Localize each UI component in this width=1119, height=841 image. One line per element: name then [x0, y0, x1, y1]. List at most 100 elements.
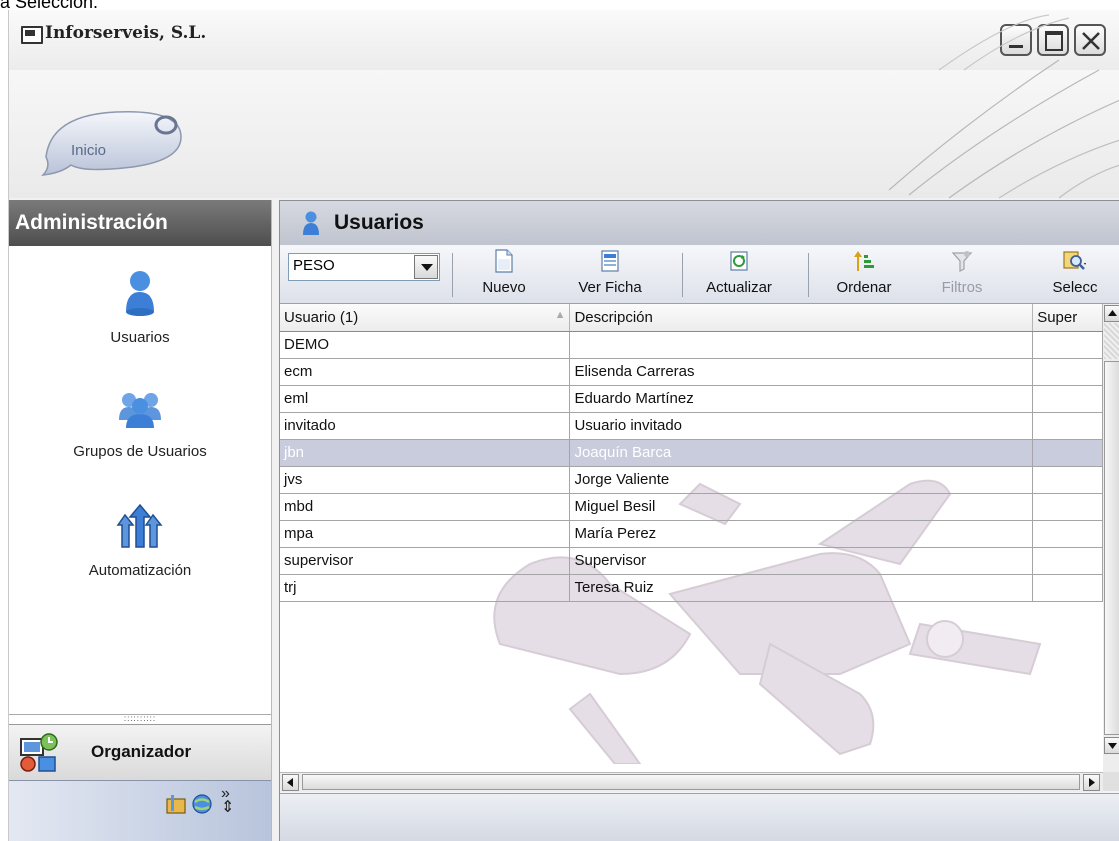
- usuarios-panel: Usuarios PESO Nuevo Ver Ficha Actualizar…: [279, 200, 1119, 841]
- cell-descripcion[interactable]: Joaquín Barca: [569, 439, 1034, 467]
- organizer-icon: [20, 733, 58, 772]
- table-row[interactable]: mbd Miguel Besil: [280, 493, 1103, 521]
- cell-descripcion[interactable]: Elisenda Carreras: [569, 358, 1034, 386]
- scroll-right-button[interactable]: [1083, 774, 1100, 791]
- cell-descripcion[interactable]: Usuario invitado: [569, 412, 1034, 440]
- cell-supervisor[interactable]: [1032, 493, 1103, 521]
- actualizar-button[interactable]: Actualizar: [684, 249, 794, 301]
- chevron-more-icon[interactable]: » ⇕: [221, 786, 234, 816]
- sidebar-header: Administración: [9, 200, 271, 246]
- ver-ficha-button[interactable]: Ver Ficha: [560, 249, 660, 301]
- table-row[interactable]: jvs Jorge Valiente: [280, 466, 1103, 494]
- cell-descripcion[interactable]: Jorge Valiente: [569, 466, 1034, 494]
- scroll-track-region[interactable]: [1104, 323, 1119, 359]
- scroll-up-button[interactable]: [1104, 305, 1119, 322]
- table-row[interactable]: ecm Elisenda Carreras: [280, 358, 1103, 386]
- seleccion-button[interactable]: Selecc: [1040, 249, 1110, 301]
- column-header-label: Usuario (1): [284, 308, 359, 326]
- chevron-down-icon[interactable]: [414, 255, 438, 279]
- cell-usuario[interactable]: mbd: [280, 493, 571, 521]
- vertical-scroll-thumb[interactable]: [1104, 361, 1119, 735]
- cell-descripcion[interactable]: Teresa Ruiz: [569, 574, 1034, 602]
- company-select[interactable]: PESO: [288, 253, 440, 281]
- close-icon: [1082, 32, 1100, 50]
- table-row[interactable]: trj Teresa Ruiz: [280, 574, 1103, 602]
- sidebar-item-label: Grupos de Usuarios: [73, 443, 207, 460]
- sidebar-footer: » ⇕: [9, 780, 271, 841]
- column-header-label: Descripción: [574, 308, 653, 326]
- window-title: Inforserveis, S.L.: [45, 23, 207, 43]
- view-record-icon: [601, 250, 619, 272]
- globe-icon[interactable]: [191, 793, 213, 815]
- cell-supervisor[interactable]: [1032, 331, 1103, 359]
- nuevo-label: Nuevo: [482, 279, 526, 296]
- sidebar-item-automatizacion[interactable]: Automatización: [9, 503, 271, 579]
- inicio-button[interactable]: Inicio: [71, 142, 106, 159]
- horizontal-scrollbar[interactable]: [280, 772, 1103, 792]
- sidebar-item-usuarios[interactable]: Usuarios: [9, 270, 271, 346]
- cell-usuario[interactable]: trj: [280, 574, 571, 602]
- toolbar-separator: [452, 253, 453, 297]
- inicio-button-shape: [41, 110, 182, 176]
- user-group-icon: [119, 393, 161, 428]
- table-row[interactable]: mpa María Perez: [280, 520, 1103, 548]
- arrow-left-icon: [287, 778, 293, 787]
- table-row[interactable]: supervisor Supervisor: [280, 547, 1103, 575]
- cell-usuario[interactable]: ecm: [280, 358, 571, 386]
- cell-supervisor[interactable]: [1032, 574, 1103, 602]
- column-header-usuario[interactable]: Usuario (1) ▲: [280, 304, 571, 332]
- table-row[interactable]: invitado Usuario invitado: [280, 412, 1103, 440]
- actualizar-label: Actualizar: [706, 279, 772, 296]
- cell-supervisor[interactable]: [1032, 547, 1103, 575]
- cell-descripcion[interactable]: Supervisor: [569, 547, 1034, 575]
- sidebar-item-label: Usuarios: [110, 329, 170, 346]
- select-magnifier-icon: [1063, 251, 1086, 270]
- cell-supervisor[interactable]: [1032, 466, 1103, 494]
- toolbar-separator: [808, 253, 809, 297]
- cell-supervisor[interactable]: [1032, 412, 1103, 440]
- filter-funnel-icon: [951, 251, 973, 272]
- cell-descripcion[interactable]: María Perez: [569, 520, 1034, 548]
- refresh-icon: [730, 251, 748, 271]
- scroll-left-button[interactable]: [282, 774, 299, 791]
- sidebar: Administración Usuarios Grupos de Usuari…: [9, 200, 272, 841]
- sidebar-item-grupos[interactable]: Grupos de Usuarios: [9, 390, 271, 460]
- cell-descripcion[interactable]: Eduardo Martínez: [569, 385, 1034, 413]
- column-header-supervisor[interactable]: Super: [1032, 304, 1103, 332]
- cell-descripcion[interactable]: Miguel Besil: [569, 493, 1034, 521]
- cell-usuario[interactable]: supervisor: [280, 547, 571, 575]
- table-row[interactable]: DEMO: [280, 331, 1103, 359]
- table-header-row: Usuario (1) ▲ Descripción Super: [280, 304, 1103, 332]
- sidebar-item-label: Automatización: [88, 562, 192, 579]
- horizontal-scroll-thumb[interactable]: [302, 774, 1080, 790]
- cell-usuario[interactable]: jbn: [280, 439, 571, 467]
- organizer-label: Organizador: [91, 742, 192, 761]
- arrow-right-icon: [1089, 778, 1095, 787]
- filtros-button[interactable]: Filtros: [930, 249, 994, 301]
- cell-supervisor[interactable]: [1032, 439, 1103, 467]
- cell-descripcion[interactable]: [569, 331, 1034, 359]
- table-row[interactable]: eml Eduardo Martínez: [280, 385, 1103, 413]
- cell-usuario[interactable]: mpa: [280, 520, 571, 548]
- table-row-selected[interactable]: jbn Joaquín Barca: [280, 439, 1103, 467]
- toolbar-separator: [682, 253, 683, 297]
- scroll-down-button[interactable]: [1104, 737, 1119, 754]
- cell-supervisor[interactable]: [1032, 385, 1103, 413]
- nuevo-button[interactable]: Nuevo: [464, 249, 544, 301]
- new-document-icon: [495, 249, 513, 273]
- folder-tools-icon[interactable]: [165, 793, 187, 815]
- ordenar-button[interactable]: Ordenar: [820, 249, 908, 301]
- cell-supervisor[interactable]: [1032, 520, 1103, 548]
- close-button[interactable]: [1074, 24, 1106, 56]
- vertical-scrollbar[interactable]: [1103, 304, 1119, 772]
- cell-usuario[interactable]: DEMO: [280, 331, 571, 359]
- maximize-button[interactable]: [1037, 24, 1069, 56]
- cell-usuario[interactable]: jvs: [280, 466, 571, 494]
- cell-usuario[interactable]: invitado: [280, 412, 571, 440]
- column-header-descripcion[interactable]: Descripción: [569, 304, 1034, 332]
- cell-supervisor[interactable]: [1032, 358, 1103, 386]
- minimize-button[interactable]: [1000, 24, 1032, 56]
- sidebar-organizador[interactable]: Organizador: [9, 724, 271, 781]
- cell-usuario[interactable]: eml: [280, 385, 571, 413]
- arrow-down-icon: [1108, 743, 1117, 749]
